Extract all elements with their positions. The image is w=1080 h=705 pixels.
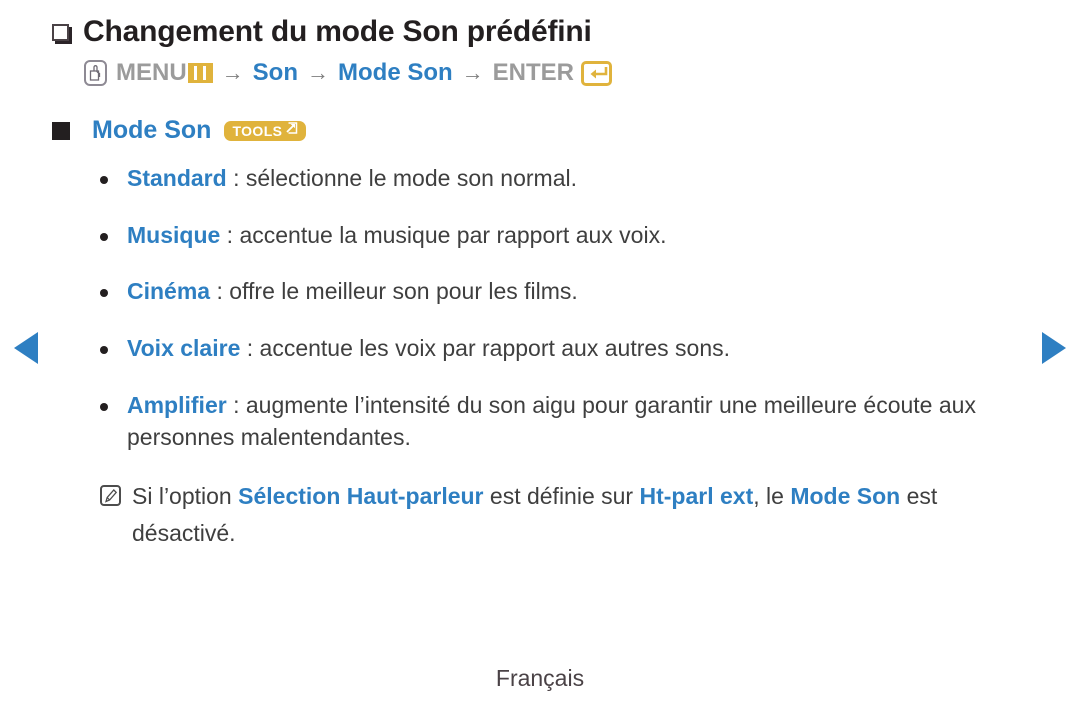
- list-item-text: Standard : sélectionne le mode son norma…: [127, 163, 1032, 195]
- note-pencil-icon: [100, 485, 121, 507]
- note-row: Si l’option Sélection Haut-parleur est d…: [100, 478, 1032, 552]
- note-keyword-2: Ht-parl ext: [639, 483, 754, 510]
- option-keyword: Cinéma: [127, 278, 211, 305]
- list-item-text: Voix claire : accentue les voix par rapp…: [127, 333, 1032, 365]
- option-description: augmente l’intensité du son aigu pour ga…: [127, 391, 976, 450]
- enter-label: ENTER: [492, 59, 574, 86]
- tools-badge[interactable]: TOOLS: [224, 120, 307, 141]
- sound-mode-options-list: Standard : sélectionne le mode son norma…: [100, 163, 1032, 453]
- list-item: Cinéma : offre le meilleur son pour les …: [100, 276, 1032, 308]
- option-keyword: Musique: [127, 221, 221, 248]
- list-item: Standard : sélectionne le mode son norma…: [100, 163, 1032, 195]
- previous-page-arrow[interactable]: [14, 332, 38, 364]
- bullet-dot-icon: [100, 176, 108, 184]
- note-part-3: , le: [753, 483, 791, 510]
- option-separator: :: [240, 335, 260, 362]
- path-arrow-2: →: [307, 60, 329, 85]
- tools-arrow-icon: [285, 121, 299, 140]
- option-description: sélectionne le mode son normal.: [245, 165, 577, 191]
- content-column: Changement du mode Son prédéfini MENU → …: [52, 12, 1032, 552]
- option-keyword: Standard: [127, 165, 227, 191]
- filled-square-icon: [52, 121, 70, 140]
- list-item: Musique : accentue la musique par rappor…: [100, 220, 1032, 252]
- note-keyword-1: Sélection Haut-parleur: [238, 483, 484, 510]
- menu-path: MENU → Son → Mode Son → ENTER: [84, 60, 1032, 86]
- bullet-dot-icon: [100, 402, 108, 411]
- page-title: Changement du mode Son prédéfini: [83, 15, 592, 48]
- menu-label: MENU: [116, 59, 187, 86]
- option-separator: :: [226, 391, 246, 418]
- next-page-arrow[interactable]: [1042, 332, 1066, 364]
- list-item-text: Amplifier : augmente l’intensité du son …: [127, 390, 1032, 453]
- path-arrow-1: →: [221, 60, 244, 85]
- bullet-dot-icon: [100, 232, 108, 241]
- option-separator: :: [226, 165, 246, 191]
- note-part-2: est définie sur: [483, 483, 640, 510]
- option-keyword: Voix claire: [127, 335, 241, 362]
- bullet-dot-icon: [100, 346, 108, 355]
- note-keyword-3: Mode Son: [790, 483, 901, 510]
- option-description: offre le meilleur son pour les films.: [229, 278, 578, 305]
- option-separator: :: [220, 221, 240, 248]
- option-description: accentue les voix par rapport aux autres…: [259, 335, 731, 362]
- note-text: Si l’option Sélection Haut-parleur est d…: [132, 478, 1032, 552]
- press-button-icon: [84, 60, 107, 86]
- menu-step-mode-son[interactable]: Mode Son: [338, 61, 453, 85]
- footer-language: Français: [495, 665, 585, 691]
- note-part-1: Si l’option: [132, 483, 239, 510]
- menu-bars-icon: [187, 63, 213, 83]
- menu-step-son[interactable]: Son: [253, 61, 298, 85]
- path-arrow-3: →: [461, 60, 484, 85]
- enter-return-icon: [581, 60, 612, 86]
- outlined-square-icon: [52, 24, 69, 41]
- bullet-dot-icon: [100, 289, 108, 298]
- list-item-text: Musique : accentue la musique par rappor…: [127, 220, 1032, 252]
- list-item: Amplifier : augmente l’intensité du son …: [100, 390, 1032, 453]
- section-heading-row: Mode Son TOOLS: [52, 118, 1032, 143]
- list-item: Voix claire : accentue les voix par rapp…: [100, 333, 1032, 365]
- page-title-row: Changement du mode Son prédéfini: [52, 12, 1032, 51]
- option-description: accentue la musique par rapport aux voix…: [239, 221, 667, 248]
- section-title: Mode Son: [92, 116, 212, 144]
- page-root: Changement du mode Son prédéfini MENU → …: [0, 0, 1080, 705]
- tools-badge-label: TOOLS: [232, 122, 283, 139]
- list-item-text: Cinéma : offre le meilleur son pour les …: [127, 276, 1032, 308]
- option-keyword: Amplifier: [127, 391, 227, 418]
- option-separator: :: [210, 278, 230, 305]
